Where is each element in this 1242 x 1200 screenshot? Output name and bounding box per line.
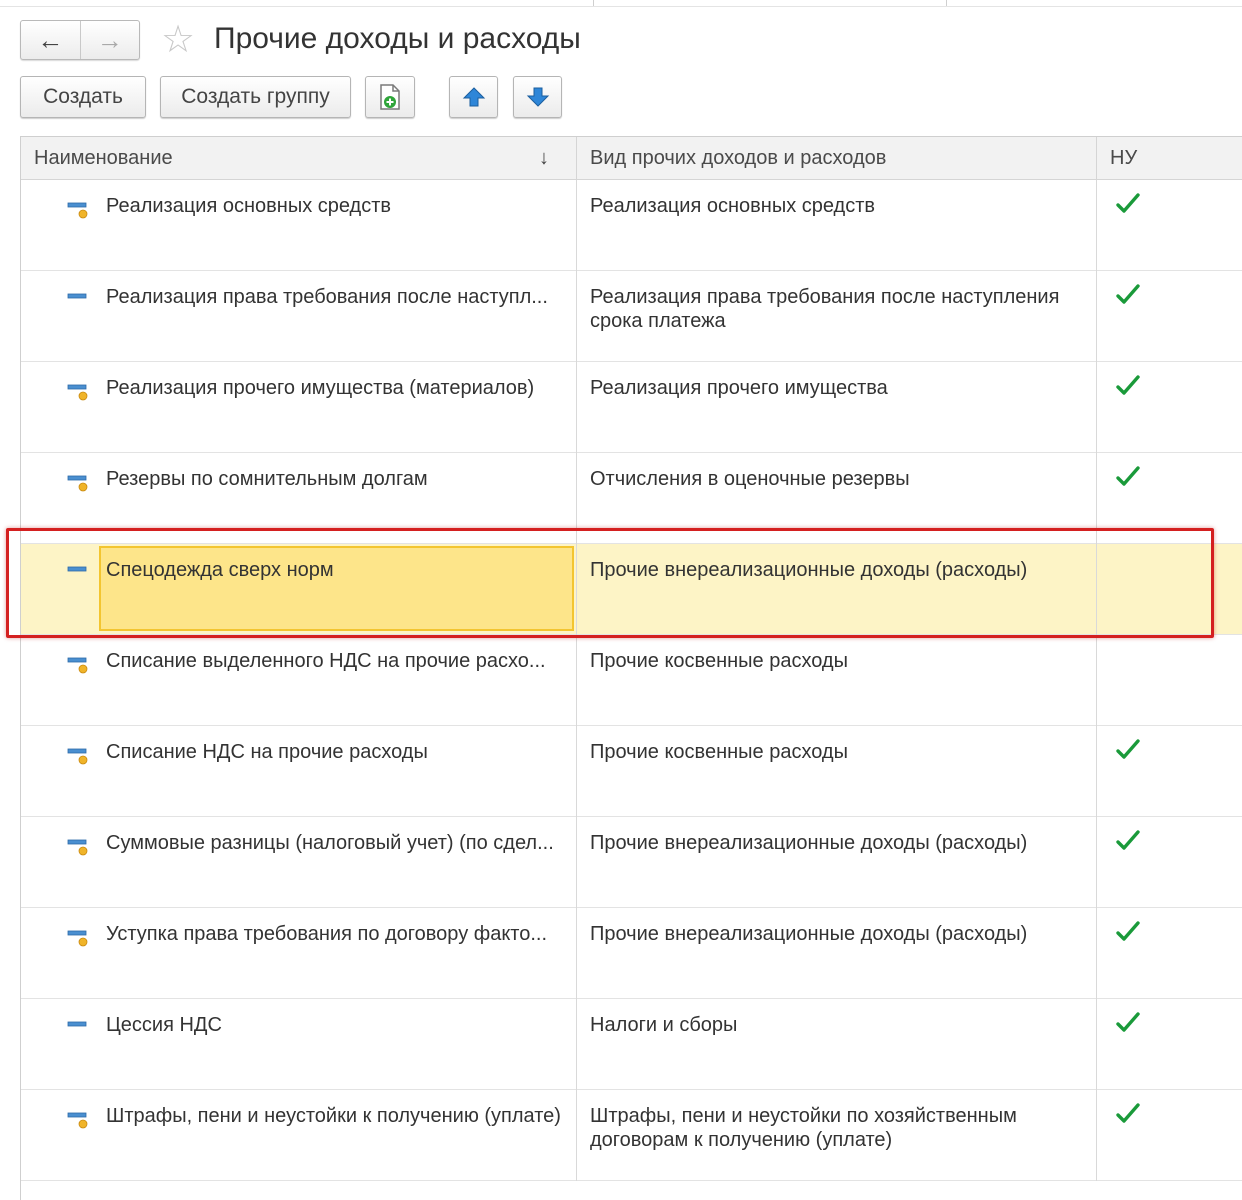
column-divider xyxy=(1096,908,1097,999)
column-divider xyxy=(576,908,577,999)
table-row[interactable]: Спецодежда сверх норм Прочие внереализаци… xyxy=(21,544,1242,635)
table-row[interactable]: Цессия НДС Налоги и сборы xyxy=(21,999,1242,1090)
column-divider xyxy=(1096,544,1097,635)
checkmark-icon xyxy=(1116,1103,1140,1123)
cell-kind[interactable]: Налоги и сборы xyxy=(590,1013,1080,1037)
star-icon[interactable]: ☆ xyxy=(158,20,198,60)
table-row[interactable]: Уступка права требования по договору фак… xyxy=(21,908,1242,999)
column-divider xyxy=(576,726,577,817)
column-divider xyxy=(1096,362,1097,453)
checkmark-icon xyxy=(1116,921,1140,941)
cell-kind[interactable]: Прочие косвенные расходы xyxy=(590,740,1080,764)
table-row[interactable]: Списание НДС на прочие расходы Прочие кос… xyxy=(21,726,1242,817)
column-divider xyxy=(1096,453,1097,544)
column-divider xyxy=(576,1090,577,1181)
cell-name[interactable]: Суммовые разницы (налоговый учет) (по сд… xyxy=(106,831,576,855)
item-icon xyxy=(67,1021,87,1027)
move-up-button[interactable] xyxy=(449,76,498,118)
column-divider xyxy=(576,999,577,1090)
cell-kind[interactable]: Прочие внереализационные доходы (расходы… xyxy=(590,831,1080,855)
item-icon xyxy=(67,293,87,299)
column-divider xyxy=(576,180,577,271)
column-divider[interactable] xyxy=(1096,137,1097,179)
item-predefined-icon xyxy=(67,839,88,856)
cell-name[interactable]: Резервы по сомнительным долгам xyxy=(106,467,576,491)
item-predefined-icon xyxy=(67,748,88,765)
checkmark-icon xyxy=(1116,466,1140,486)
cell-name[interactable]: Штрафы, пени и неустойки к получению (уп… xyxy=(106,1104,576,1128)
table-row[interactable]: Реализация прочего имущества (материалов… xyxy=(21,362,1242,453)
cell-kind[interactable]: Прочие внереализационные доходы (расходы… xyxy=(590,558,1080,582)
item-predefined-icon xyxy=(67,202,88,219)
arrow-left-icon[interactable]: ← xyxy=(21,21,81,59)
column-divider xyxy=(576,362,577,453)
item-predefined-icon xyxy=(67,384,88,401)
column-divider xyxy=(576,271,577,362)
item-icon xyxy=(67,566,87,572)
column-divider xyxy=(1096,1090,1097,1181)
column-header-name[interactable]: Наименование xyxy=(34,137,173,179)
column-header-nu[interactable]: НУ xyxy=(1110,137,1137,179)
table-row[interactable]: Резервы по сомнительным долгам Отчисления… xyxy=(21,453,1242,544)
cell-name[interactable]: Реализация прочего имущества (материалов… xyxy=(106,376,576,400)
table-row[interactable]: Штрафы, пени и неустойки к получению (уп… xyxy=(21,1090,1242,1181)
table-header: Наименование ↓ Вид прочих доходов и расх… xyxy=(21,137,1242,180)
checkmark-icon xyxy=(1116,739,1140,759)
column-divider xyxy=(1096,726,1097,817)
column-divider[interactable] xyxy=(576,137,577,179)
checkmark-icon xyxy=(1116,830,1140,850)
column-divider xyxy=(576,544,577,635)
column-divider xyxy=(1096,999,1097,1090)
add-copy-button[interactable] xyxy=(365,76,415,118)
move-down-button[interactable] xyxy=(513,76,562,118)
column-divider xyxy=(1096,271,1097,362)
cell-kind[interactable]: Реализация права требования после наступ… xyxy=(590,285,1080,333)
cell-kind[interactable]: Прочие внереализационные доходы (расходы… xyxy=(590,922,1080,946)
cell-kind[interactable]: Реализация прочего имущества xyxy=(590,376,1080,400)
cell-kind[interactable]: Штрафы, пени и неустойки по хозяйственны… xyxy=(590,1104,1080,1152)
column-header-kind[interactable]: Вид прочих доходов и расходов xyxy=(590,137,886,179)
table-row[interactable]: Реализация основных средств Реализация ос… xyxy=(21,180,1242,271)
window-top-strip xyxy=(0,0,1242,7)
cell-name[interactable]: Списание НДС на прочие расходы xyxy=(106,740,576,764)
sort-descending-icon[interactable]: ↓ xyxy=(539,137,549,179)
item-predefined-icon xyxy=(67,930,88,947)
table-row[interactable]: Списание выделенного НДС на прочие расхо… xyxy=(21,635,1242,726)
item-predefined-icon xyxy=(67,1112,88,1129)
cell-name[interactable]: Реализация основных средств xyxy=(106,194,576,218)
column-divider xyxy=(576,817,577,908)
item-predefined-icon xyxy=(67,657,88,674)
column-divider xyxy=(1096,817,1097,908)
column-divider xyxy=(1096,635,1097,726)
checkmark-icon xyxy=(1116,193,1140,213)
cell-name[interactable]: Реализация права требования после наступ… xyxy=(106,285,576,309)
column-divider xyxy=(576,453,577,544)
column-divider xyxy=(1096,180,1097,271)
checkmark-icon xyxy=(1116,284,1140,304)
cell-name[interactable]: Цессия НДС xyxy=(106,1013,576,1037)
top-strip-divider xyxy=(593,0,594,6)
arrow-down-icon xyxy=(526,87,549,107)
cell-kind[interactable]: Отчисления в оценочные резервы xyxy=(590,467,1080,491)
cell-kind[interactable]: Прочие косвенные расходы xyxy=(590,649,1080,673)
cell-name[interactable]: Списание выделенного НДС на прочие расхо… xyxy=(106,649,576,673)
table-row[interactable]: Реализация права требования после наступ… xyxy=(21,271,1242,362)
cell-name[interactable]: Уступка права требования по договору фак… xyxy=(106,922,576,946)
cell-kind[interactable]: Реализация основных средств xyxy=(590,194,1080,218)
table-row[interactable]: Суммовые разницы (налоговый учет) (по сд… xyxy=(21,817,1242,908)
item-predefined-icon xyxy=(67,475,88,492)
arrow-up-icon xyxy=(462,87,485,107)
create-group-button[interactable]: Создать группу xyxy=(160,76,351,118)
add-copy-icon xyxy=(380,84,400,110)
column-divider xyxy=(576,635,577,726)
checkmark-icon xyxy=(1116,375,1140,395)
arrow-right-icon[interactable]: → xyxy=(81,21,140,59)
navigation-buttons: ← → xyxy=(20,20,140,60)
top-strip-divider xyxy=(946,0,947,6)
create-button[interactable]: Создать xyxy=(20,76,146,118)
items-table: Наименование ↓ Вид прочих доходов и расх… xyxy=(20,136,1242,1200)
page-title: Прочие доходы и расходы xyxy=(214,22,581,55)
cell-name[interactable]: Спецодежда сверх норм xyxy=(106,558,576,582)
checkmark-icon xyxy=(1116,1012,1140,1032)
